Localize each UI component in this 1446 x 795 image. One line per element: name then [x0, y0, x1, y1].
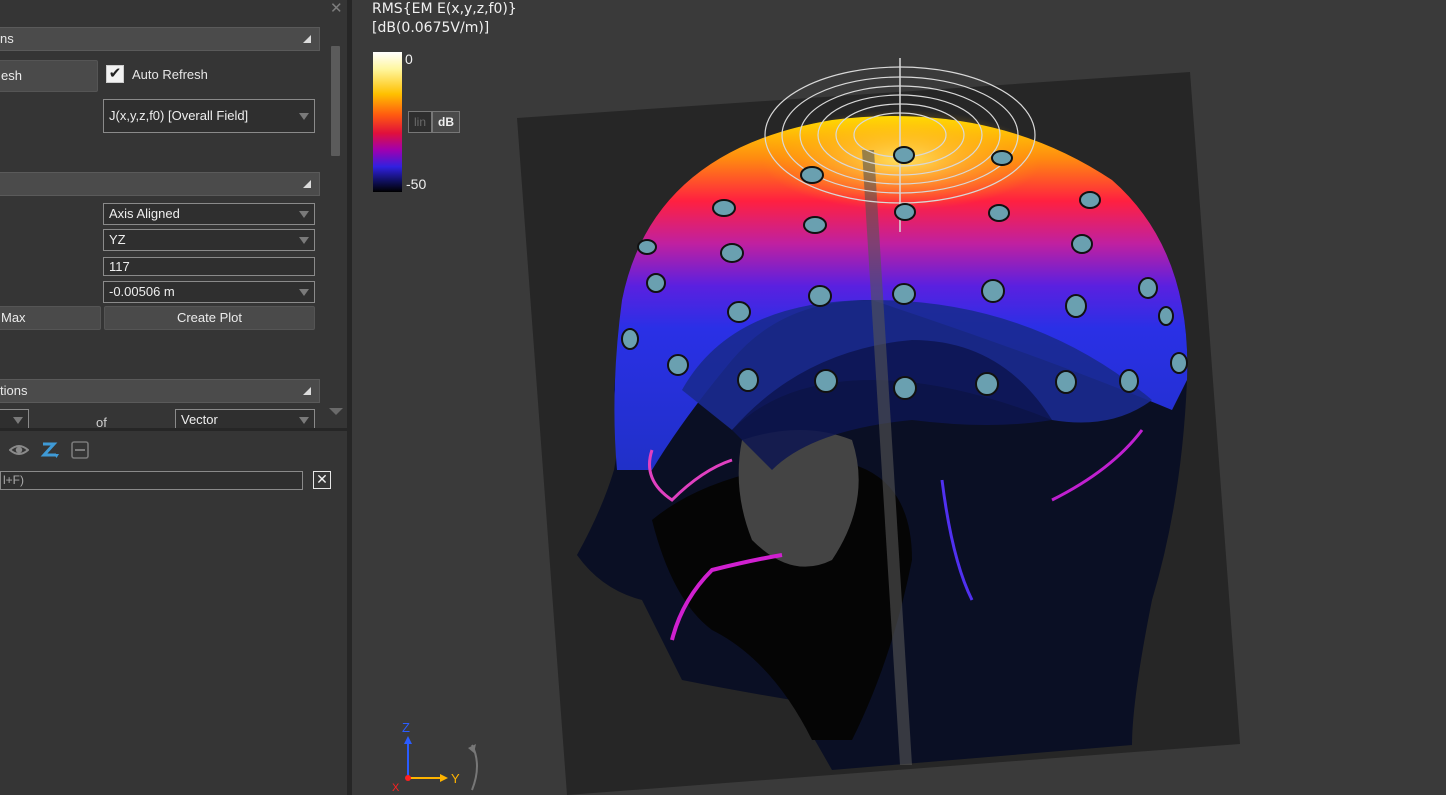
alignment-value: Axis Aligned [109, 206, 180, 221]
field-unit: [dB(0.0675V/m)] [372, 20, 490, 36]
panel-splitter[interactable] [0, 428, 347, 431]
max-button[interactable]: Max [0, 306, 101, 330]
slice-index-input[interactable]: 117 [103, 257, 315, 276]
properties-panel: ✕ ns esh ✔ Auto Refresh J(x,y,z,f0) [Ove… [0, 0, 347, 795]
z-sort-icon[interactable] [40, 440, 60, 460]
axis-x-label: X [392, 782, 400, 794]
axis-z-label: Z [402, 720, 410, 735]
dropdown-arrow-icon [299, 237, 309, 244]
field-title: RMS{EM E(x,y,z,f0)} [372, 1, 517, 17]
vector-value: Vector [181, 412, 218, 427]
create-plot-button-label: Create Plot [176, 310, 243, 325]
section-header-label: tions [0, 383, 28, 398]
slice-index-value: 117 [109, 259, 130, 274]
checkmark-icon: ✔ [108, 65, 122, 82]
close-icon: ✕ [316, 471, 328, 487]
eye-icon[interactable] [9, 440, 29, 460]
axis-y-label: Y [451, 771, 460, 786]
quantity-dropdown-value: J(x,y,z,f0) [Overall Field] [109, 108, 249, 123]
plane-dropdown[interactable]: YZ [103, 229, 315, 251]
dropdown-arrow-icon [299, 289, 309, 296]
scale-db-toggle[interactable]: dB [432, 111, 460, 133]
dropdown-arrow-icon [299, 417, 309, 424]
filter-input-value: l+F) [3, 473, 24, 487]
alignment-dropdown[interactable]: Axis Aligned [103, 203, 315, 225]
close-icon[interactable]: ✕ [330, 0, 343, 17]
dropdown-arrow-icon [299, 113, 309, 120]
create-plot-button[interactable]: Create Plot [104, 306, 315, 330]
collapse-triangle-icon[interactable] [303, 180, 311, 188]
slice-position-dropdown[interactable]: -0.00506 m [103, 281, 315, 303]
scale-db-label: dB [438, 115, 454, 129]
auto-refresh-label: Auto Refresh [132, 67, 208, 82]
clear-filter-button[interactable]: ✕ [313, 471, 331, 489]
plane-value: YZ [109, 232, 126, 247]
section-header-slice[interactable] [0, 172, 320, 196]
collapse-triangle-icon[interactable] [303, 35, 311, 43]
colorbar-max-label: 0 [405, 51, 413, 67]
quantity-dropdown[interactable]: J(x,y,z,f0) [Overall Field] [103, 99, 315, 133]
scroll-down-arrow-icon[interactable] [329, 408, 343, 415]
max-button-label: Max [1, 310, 26, 325]
refresh-button-label: esh [1, 68, 22, 83]
colorbar [373, 52, 402, 192]
3d-viewport[interactable]: RMS{EM E(x,y,z,f0)} [dB(0.0675V/m)] 0 -5… [352, 0, 1446, 795]
section-header-label: ns [0, 31, 14, 46]
panel-scrollbar[interactable] [331, 46, 340, 156]
section-header-visualization-options[interactable]: tions [0, 379, 320, 403]
colorbar-min-label: -50 [406, 176, 427, 192]
collapse-icon[interactable] [70, 440, 90, 460]
collapse-triangle-icon[interactable] [303, 387, 311, 395]
section-header-options[interactable]: ns [0, 27, 320, 51]
refresh-button[interactable]: esh [0, 60, 98, 92]
dropdown-arrow-icon [13, 417, 23, 424]
slice-position-value: -0.00506 m [109, 284, 175, 299]
axis-triad [404, 736, 478, 791]
scale-lin-label: lin [413, 115, 426, 129]
dropdown-arrow-icon [299, 211, 309, 218]
filter-input[interactable]: l+F) [0, 471, 303, 490]
head-field-render[interactable] [352, 0, 1446, 795]
auto-refresh-checkbox[interactable]: ✔ [106, 65, 124, 83]
scale-lin-toggle[interactable]: lin [408, 111, 432, 133]
